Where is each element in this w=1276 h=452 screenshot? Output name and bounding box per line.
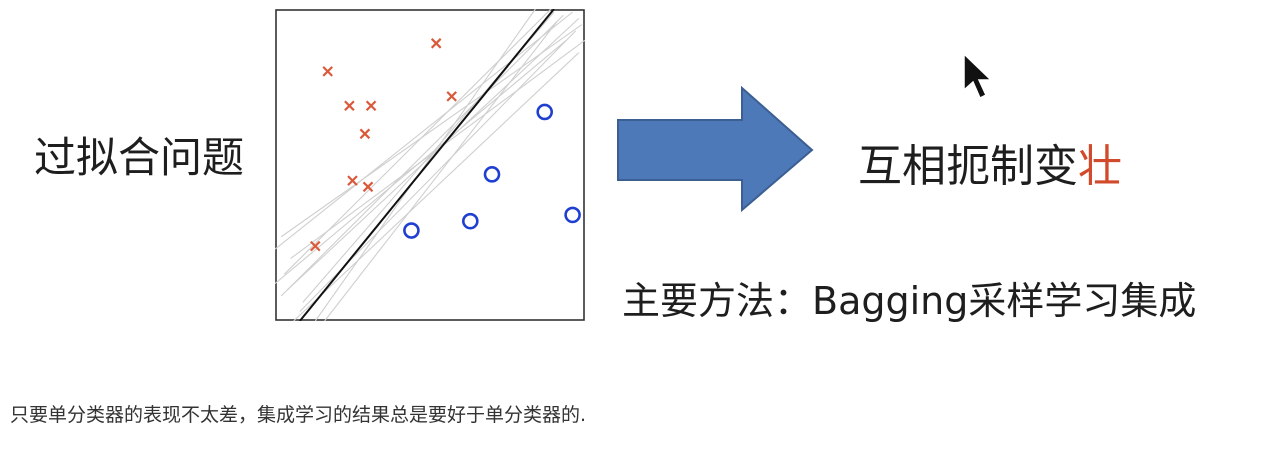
caption: 只要单分类器的表现不太差，集成学习的结果总是要好于单分类器的. <box>10 404 587 426</box>
right-title-main: 互相扼制变 <box>858 141 1078 192</box>
circle-marker <box>564 206 581 224</box>
right-arrow-icon <box>616 85 816 218</box>
scatter-plot-svg <box>275 9 585 321</box>
right-title: 互相扼制变壮 <box>858 130 1122 194</box>
circle-marker <box>462 212 479 230</box>
circle-marker <box>483 166 501 183</box>
circle-marker <box>536 103 554 121</box>
mouse-cursor-icon <box>960 52 1000 112</box>
circle-marker <box>403 222 420 239</box>
left-title: 过拟合问题 <box>34 133 245 182</box>
method-line: 主要方法：Bagging采样学习集成 <box>622 279 1197 323</box>
right-title-accent: 壮 <box>1078 141 1122 192</box>
scatter-plot <box>275 9 585 321</box>
